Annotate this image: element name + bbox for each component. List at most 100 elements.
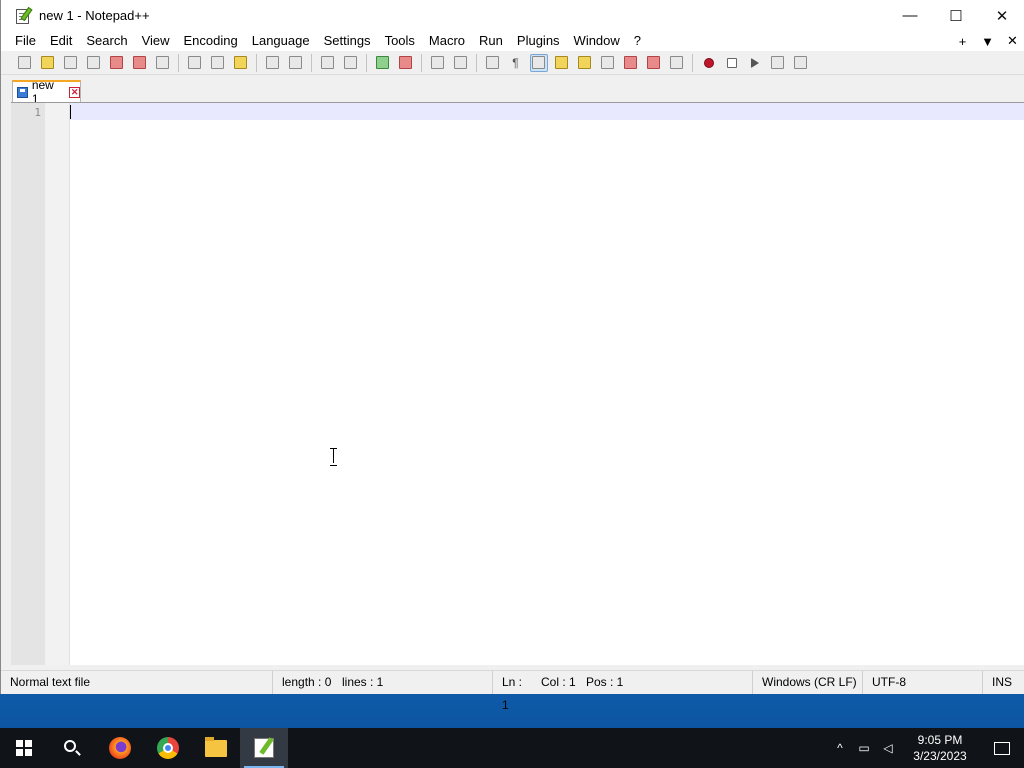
function-list-icon[interactable] — [599, 54, 617, 72]
minimize-button[interactable]: — — [887, 0, 933, 31]
menu-plugins[interactable]: Plugins — [510, 31, 567, 51]
status-ln: Ln : 1 — [492, 671, 532, 712]
editor-area[interactable]: 1 — [11, 102, 1024, 665]
notepadpp-window: new 1 - Notepad++ — ☐ ✕ File Edit Search… — [0, 0, 1024, 712]
redo-icon[interactable] — [287, 54, 305, 72]
close-all-icon[interactable] — [131, 54, 149, 72]
copy-icon[interactable] — [209, 54, 227, 72]
toolbar-separator — [256, 53, 257, 72]
menu-search[interactable]: Search — [79, 31, 134, 51]
status-eol[interactable]: Windows (CR LF) — [752, 671, 862, 694]
stop-macro-icon[interactable] — [723, 54, 741, 72]
notepadpp-icon — [254, 738, 274, 758]
notification-icon — [994, 741, 1010, 755]
search-icon — [64, 740, 76, 752]
firefox-icon — [109, 737, 131, 759]
clock-time: 9:05 PM — [917, 733, 963, 747]
play-macro-icon[interactable] — [746, 54, 764, 72]
toolbar-separator — [311, 53, 312, 72]
tab-list-dropdown-icon[interactable]: ▼ — [975, 34, 1000, 49]
status-encoding[interactable]: UTF-8 — [862, 671, 982, 694]
menu-edit[interactable]: Edit — [43, 31, 79, 51]
window-title: new 1 - Notepad++ — [39, 8, 150, 23]
network-icon[interactable]: ▭ — [852, 741, 876, 755]
menu-help[interactable]: ? — [627, 31, 648, 51]
menu-encoding[interactable]: Encoding — [177, 31, 245, 51]
taskbar-chrome[interactable] — [144, 728, 192, 768]
taskbar-firefox[interactable] — [96, 728, 144, 768]
menu-settings[interactable]: Settings — [317, 31, 378, 51]
line-number: 1 — [34, 106, 41, 119]
find-icon[interactable] — [319, 54, 337, 72]
toolbar-separator — [178, 53, 179, 72]
add-tab-icon[interactable]: + — [950, 34, 975, 49]
fold-margin[interactable] — [45, 103, 70, 665]
doc-map-icon[interactable] — [576, 54, 594, 72]
save-all-icon[interactable] — [85, 54, 103, 72]
print-icon[interactable] — [154, 54, 172, 72]
new-file-icon[interactable] — [16, 54, 34, 72]
word-wrap-icon[interactable] — [484, 54, 502, 72]
tab-bar: new 1 ✕ — [1, 75, 1024, 106]
show-all-chars-icon[interactable]: ¶ — [507, 54, 525, 72]
taskbar-notepadpp[interactable] — [240, 728, 288, 768]
menu-view[interactable]: View — [135, 31, 177, 51]
paste-icon[interactable] — [232, 54, 250, 72]
save-icon[interactable] — [62, 54, 80, 72]
zoom-in-icon[interactable] — [374, 54, 392, 72]
notepadpp-app-icon[interactable] — [15, 6, 33, 25]
menu-macro[interactable]: Macro — [422, 31, 472, 51]
menu-tools[interactable]: Tools — [378, 31, 422, 51]
folder-workspace-icon[interactable] — [622, 54, 640, 72]
tab-new-1[interactable]: new 1 ✕ — [12, 78, 81, 106]
status-pos: Pos : 1 — [586, 675, 624, 689]
replace-icon[interactable] — [342, 54, 360, 72]
close-button[interactable]: ✕ — [979, 0, 1024, 31]
taskbar: ^ ▭ ◁ 9:05 PM 3/23/2023 — [0, 728, 1024, 768]
save-macro-icon[interactable] — [792, 54, 810, 72]
taskbar-file-explorer[interactable] — [192, 728, 240, 768]
volume-muted-icon[interactable]: ◁ — [876, 741, 900, 755]
menu-language[interactable]: Language — [245, 31, 317, 51]
title-bar[interactable]: new 1 - Notepad++ — ☐ ✕ — [1, 0, 1024, 31]
status-file-type: Normal text file — [10, 675, 91, 689]
cut-icon[interactable] — [186, 54, 204, 72]
status-col: Col : 1 — [541, 675, 576, 689]
clock-date: 3/23/2023 — [913, 749, 967, 763]
undo-icon[interactable] — [264, 54, 282, 72]
monitoring-icon[interactable] — [645, 54, 663, 72]
indent-guide-icon[interactable] — [529, 53, 548, 72]
open-file-icon[interactable] — [39, 54, 57, 72]
run-macro-multiple-icon[interactable] — [769, 54, 787, 72]
ibeam-cursor-icon — [330, 448, 337, 466]
menu-run[interactable]: Run — [472, 31, 510, 51]
notification-center-button[interactable] — [980, 741, 1024, 755]
close-doc-icon[interactable]: ✕ — [1000, 33, 1024, 49]
toolbar-separator — [692, 53, 693, 72]
sync-vertical-icon[interactable] — [429, 54, 447, 72]
udl-icon[interactable] — [553, 54, 571, 72]
start-button[interactable] — [0, 728, 48, 768]
clock[interactable]: 9:05 PM 3/23/2023 — [900, 732, 980, 764]
maximize-button[interactable]: ☐ — [933, 0, 979, 31]
menu-file[interactable]: File — [1, 31, 43, 51]
record-macro-icon[interactable] — [700, 54, 718, 72]
tray-chevron-icon[interactable]: ^ — [828, 741, 852, 755]
taskbar-search-button[interactable] — [48, 728, 96, 768]
doc-switcher-icon[interactable] — [668, 54, 686, 72]
folder-icon — [205, 736, 227, 757]
status-length: length : 0 — [272, 671, 332, 694]
current-line-highlight — [70, 103, 1024, 120]
toolbar-separator — [476, 53, 477, 72]
tab-close-icon[interactable]: ✕ — [69, 86, 80, 98]
toolbar-separator — [421, 53, 422, 72]
zoom-out-icon[interactable] — [397, 54, 415, 72]
close-icon[interactable] — [108, 54, 126, 72]
system-tray: ^ ▭ ◁ 9:05 PM 3/23/2023 — [828, 728, 1024, 768]
toolbar-separator — [366, 53, 367, 72]
sync-horizontal-icon[interactable] — [452, 54, 470, 72]
status-bar: Normal text file length : 0 lines : 1 Ln… — [1, 670, 1024, 712]
menu-window[interactable]: Window — [567, 31, 627, 51]
line-number-margin: 1 — [11, 103, 45, 665]
menu-bar: File Edit Search View Encoding Language … — [1, 31, 1024, 51]
